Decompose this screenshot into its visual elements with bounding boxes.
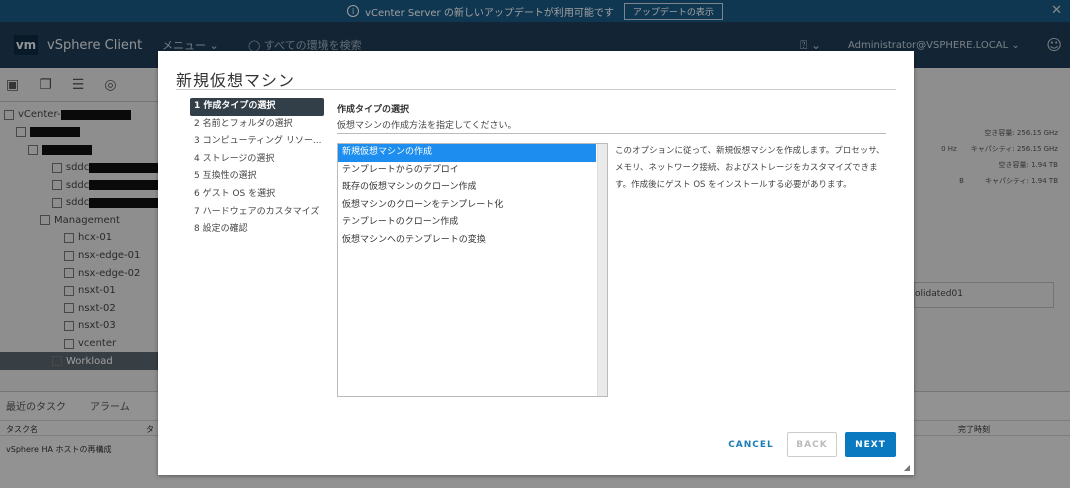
list-item[interactable]: 新規仮想マシンの作成	[338, 144, 596, 162]
resize-handle-icon[interactable]: ◢	[904, 463, 910, 472]
wizard-step-4[interactable]: 4 ストレージの選択	[190, 151, 324, 169]
cancel-button[interactable]: CANCEL	[721, 432, 781, 457]
wizard-step-8[interactable]: 8 設定の確認	[190, 221, 324, 239]
step-subtitle: 仮想マシンの作成方法を指定してください。	[337, 121, 517, 131]
title-divider	[176, 89, 896, 90]
list-item[interactable]: 既存の仮想マシンのクローン作成	[338, 179, 596, 197]
next-button[interactable]: NEXT	[845, 432, 896, 457]
back-button[interactable]: BACK	[787, 432, 837, 457]
content-divider	[337, 133, 886, 134]
wizard-step-5[interactable]: 5 互換性の選択	[190, 168, 324, 186]
list-item[interactable]: 仮想マシンへのテンプレートの変換	[338, 232, 596, 250]
wizard-step-1[interactable]: 1 作成タイプの選択	[190, 98, 324, 116]
wizard-step-2[interactable]: 2 名前とフォルダの選択	[190, 116, 324, 134]
dialog-title: 新規仮想マシン	[176, 71, 296, 90]
wizard-step-6[interactable]: 6 ゲスト OS を選択	[190, 186, 324, 204]
option-description: このオプションに従って、新規仮想マシンを作成します。プロセッサ、メモリ、ネットワ…	[615, 146, 885, 190]
new-vm-dialog: 新規仮想マシン 1 作成タイプの選択 2 名前とフォルダの選択 3 コンピューティン…	[158, 51, 914, 475]
wizard-step-7[interactable]: 7 ハードウェアのカスタマイズ	[190, 204, 324, 222]
wizard-step-3[interactable]: 3 コンピューティング リソー...	[190, 133, 324, 151]
list-scrollbar[interactable]	[597, 144, 607, 396]
wizard-steps: 1 作成タイプの選択 2 名前とフォルダの選択 3 コンピューティング リソー...…	[190, 98, 324, 239]
list-item[interactable]: テンプレートのクローン作成	[338, 214, 596, 232]
step-content-header: 作成タイプの選択 仮想マシンの作成方法を指定してください。	[337, 102, 886, 131]
step-title: 作成タイプの選択	[337, 105, 410, 115]
creation-type-list: 新規仮想マシンの作成 テンプレートからのデプロイ 既存の仮想マシンのクローン作成 仮想…	[337, 143, 608, 397]
list-item[interactable]: 仮想マシンのクローンをテンプレート化	[338, 197, 596, 215]
list-item[interactable]: テンプレートからのデプロイ	[338, 162, 596, 180]
